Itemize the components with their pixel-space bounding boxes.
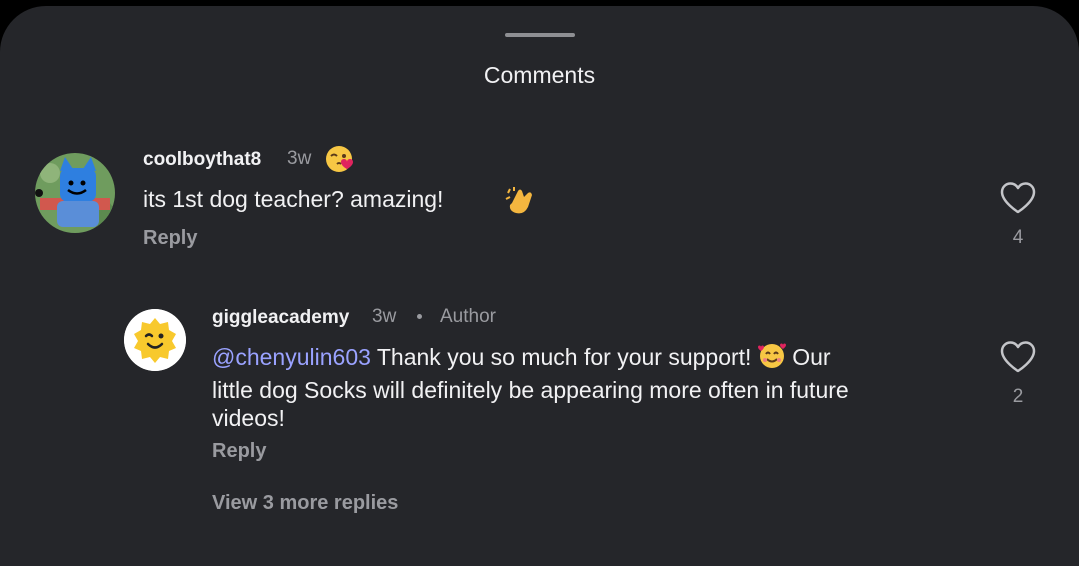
view-more-replies-button[interactable]: View 3 more replies bbox=[212, 492, 398, 515]
reply-text: @chenyulin603 Thank you so much for your… bbox=[212, 342, 972, 432]
reply-button[interactable]: Reply bbox=[143, 227, 197, 250]
comment-username[interactable]: coolboythat8 bbox=[143, 149, 261, 171]
reply-button-2[interactable]: Reply bbox=[212, 440, 266, 463]
heart-outline-icon[interactable] bbox=[999, 340, 1037, 379]
sheet-title: Comments bbox=[483, 62, 596, 88]
author-badge: Author bbox=[440, 306, 496, 327]
smiling-face-with-hearts-emoji bbox=[757, 342, 786, 376]
reply-text-line3: videos! bbox=[212, 405, 285, 431]
like-count: 4 bbox=[1012, 227, 1024, 248]
drag-handle[interactable] bbox=[505, 33, 575, 37]
avatar-coolboythat8[interactable] bbox=[35, 153, 115, 233]
like-count-2: 2 bbox=[1012, 386, 1024, 407]
comment-text: its 1st dog teacher? amazing! bbox=[143, 186, 444, 212]
reply-time: 3w bbox=[372, 306, 397, 327]
clapping-hands-emoji bbox=[504, 185, 536, 222]
avatar-giggleacademy[interactable] bbox=[124, 309, 186, 371]
reply-username[interactable]: giggleacademy bbox=[212, 307, 349, 329]
reply-text-line1: @chenyulin603 Thank you so much for your… bbox=[212, 342, 972, 376]
heart-outline-icon[interactable] bbox=[999, 181, 1037, 220]
reply-text-line2: little dog Socks will definitely be appe… bbox=[212, 377, 849, 403]
comments-sheet: Comments bbox=[0, 6, 1079, 566]
winking-kiss-emoji bbox=[325, 144, 357, 179]
mention-link[interactable]: @chenyulin603 bbox=[212, 344, 371, 370]
meta-separator bbox=[417, 314, 422, 319]
comment-time: 3w bbox=[287, 148, 312, 169]
